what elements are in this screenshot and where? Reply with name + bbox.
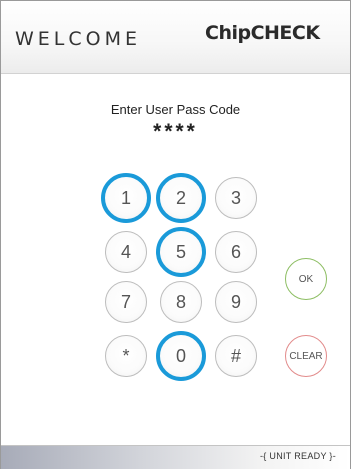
status-bar: -{ UNIT READY }- xyxy=(1,445,350,469)
clear-button[interactable]: CLEAR xyxy=(285,335,327,377)
key-2[interactable]: 2 xyxy=(156,173,206,223)
key-hash[interactable]: # xyxy=(215,335,257,377)
unit-status: -{ UNIT READY }- xyxy=(260,451,336,461)
key-3[interactable]: 3 xyxy=(215,177,257,219)
key-0[interactable]: 0 xyxy=(156,331,206,381)
key-6[interactable]: 6 xyxy=(215,231,257,273)
passcode-prompt: Enter User Pass Code xyxy=(110,102,241,117)
chipcheck-logo: ChipCHECK xyxy=(205,22,320,44)
passcode-display: **** xyxy=(153,120,198,143)
key-4[interactable]: 4 xyxy=(105,231,147,273)
key-7[interactable]: 7 xyxy=(105,281,147,323)
key-star[interactable]: * xyxy=(105,335,147,377)
header-bar: WELCOME ChipCHECK xyxy=(1,1,350,74)
welcome-title: WELCOME xyxy=(15,28,141,50)
key-1[interactable]: 1 xyxy=(101,173,151,223)
key-8[interactable]: 8 xyxy=(160,281,202,323)
ok-button[interactable]: OK xyxy=(285,258,327,300)
app-window: WELCOME ChipCHECK Enter User Pass Code *… xyxy=(0,0,351,469)
key-5[interactable]: 5 xyxy=(156,227,206,277)
key-9[interactable]: 9 xyxy=(215,281,257,323)
